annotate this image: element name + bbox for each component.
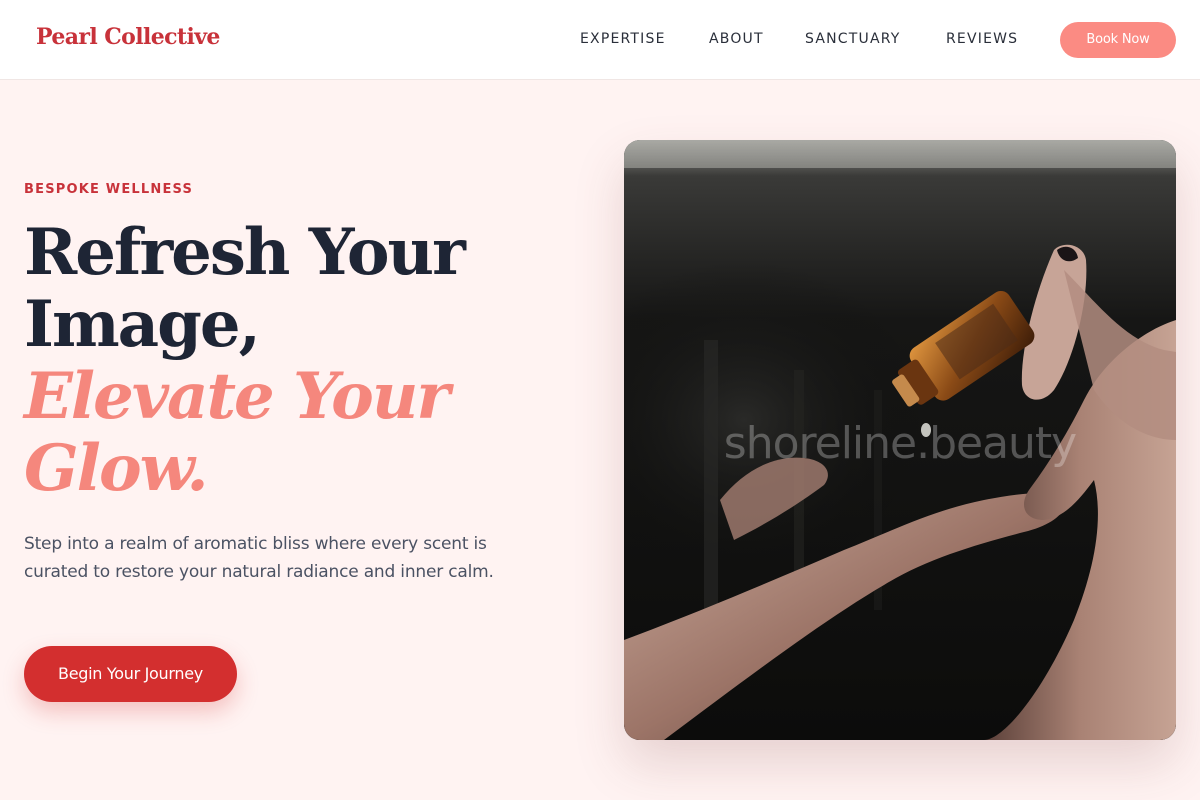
- nav-link-sanctuary[interactable]: SANCTUARY: [805, 30, 901, 48]
- headline-line: Image,: [24, 287, 261, 362]
- hero-image: shoreline.beauty: [624, 140, 1176, 740]
- book-now-button[interactable]: Book Now: [1060, 22, 1176, 58]
- nav-link-reviews[interactable]: REVIEWS: [946, 30, 1018, 48]
- image-watermark: shoreline.beauty: [723, 418, 1077, 469]
- hero-description: Step into a realm of aromatic bliss wher…: [24, 534, 494, 582]
- headline-accent-line: Elevate Your: [24, 359, 450, 434]
- site-header: Pearl Collective EXPERTISE ABOUT SANCTUA…: [0, 0, 1200, 80]
- hero-eyebrow: BESPOKE WELLNESS: [24, 182, 194, 197]
- nav-link-about[interactable]: ABOUT: [709, 30, 764, 48]
- nav-link-expertise[interactable]: EXPERTISE: [580, 30, 666, 48]
- headline-accent-line: Glow.: [24, 431, 209, 506]
- hero-headline: Refresh Your Image, Elevate Your Glow.: [24, 217, 584, 505]
- headline-line: Refresh Your: [24, 215, 466, 290]
- main-nav: EXPERTISE ABOUT SANCTUARY REVIEWS: [0, 30, 1200, 50]
- begin-journey-button[interactable]: Begin Your Journey: [24, 646, 237, 702]
